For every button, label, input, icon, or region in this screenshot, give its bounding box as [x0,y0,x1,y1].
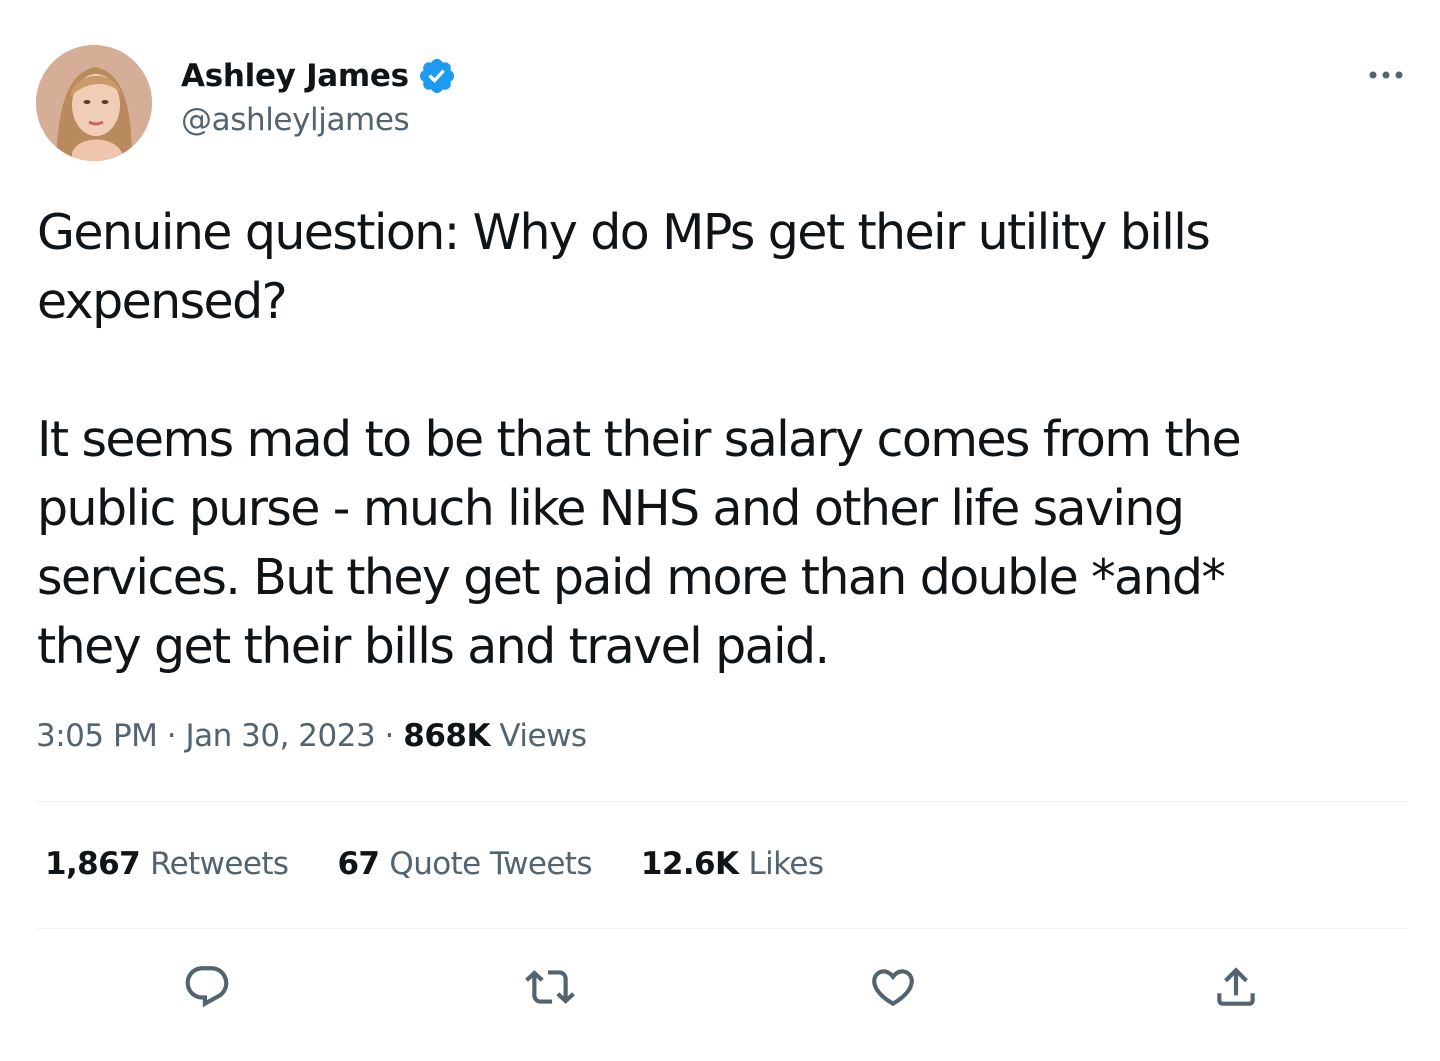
tweet-paragraph: It seems mad to be that their salary com… [37,411,1242,675]
like-button[interactable] [866,960,920,1014]
quote-tweets-count: 67 [337,846,380,882]
retweets-stat[interactable]: 1,867 Retweets [45,846,289,882]
action-bar [0,960,1440,1014]
engagement-stats: 1,867 Retweets 67 Quote Tweets 12.6K Likes [45,846,872,882]
retweet-icon [525,970,575,1004]
share-icon [1217,967,1255,1006]
tweet-text: Genuine question: Why do MPs get their u… [37,198,1407,681]
divider [36,801,1408,802]
like-icon [872,969,914,1007]
author-handle[interactable]: @ashleyljames [181,102,410,138]
tweet-paragraph: Genuine question: Why do MPs get their u… [37,204,1211,330]
meta-separator: · [384,718,395,754]
tweet-meta: 3:05 PM · Jan 30, 2023 · 868K Views [36,718,587,754]
meta-separator: · [166,718,177,754]
tweet-card: Ashley James @ashleyljames Genuine quest… [0,0,1440,1061]
tweet-date[interactable]: Jan 30, 2023 [186,718,376,754]
author-display-name[interactable]: Ashley James [181,58,409,94]
retweet-button[interactable] [523,960,577,1014]
views-count: 868K [403,718,490,754]
reply-button[interactable] [180,960,234,1014]
divider [36,928,1408,929]
quote-tweets-stat[interactable]: 67 Quote Tweets [337,846,592,882]
more-dots-icon [1369,71,1403,79]
likes-count: 12.6K [640,846,739,882]
likes-label: Likes [748,846,824,882]
retweets-label: Retweets [150,846,289,882]
author-name-row: Ashley James [181,52,457,100]
more-options-button[interactable] [1364,60,1408,90]
verified-badge-icon [419,58,454,94]
tweet-time[interactable]: 3:05 PM [36,718,158,754]
retweets-count: 1,867 [45,846,141,882]
reply-icon [185,966,229,1008]
share-button[interactable] [1209,960,1263,1014]
avatar[interactable] [36,45,152,161]
views-label: Views [499,718,587,754]
quote-tweets-label: Quote Tweets [389,846,592,882]
likes-stat[interactable]: 12.6K Likes [640,846,824,882]
